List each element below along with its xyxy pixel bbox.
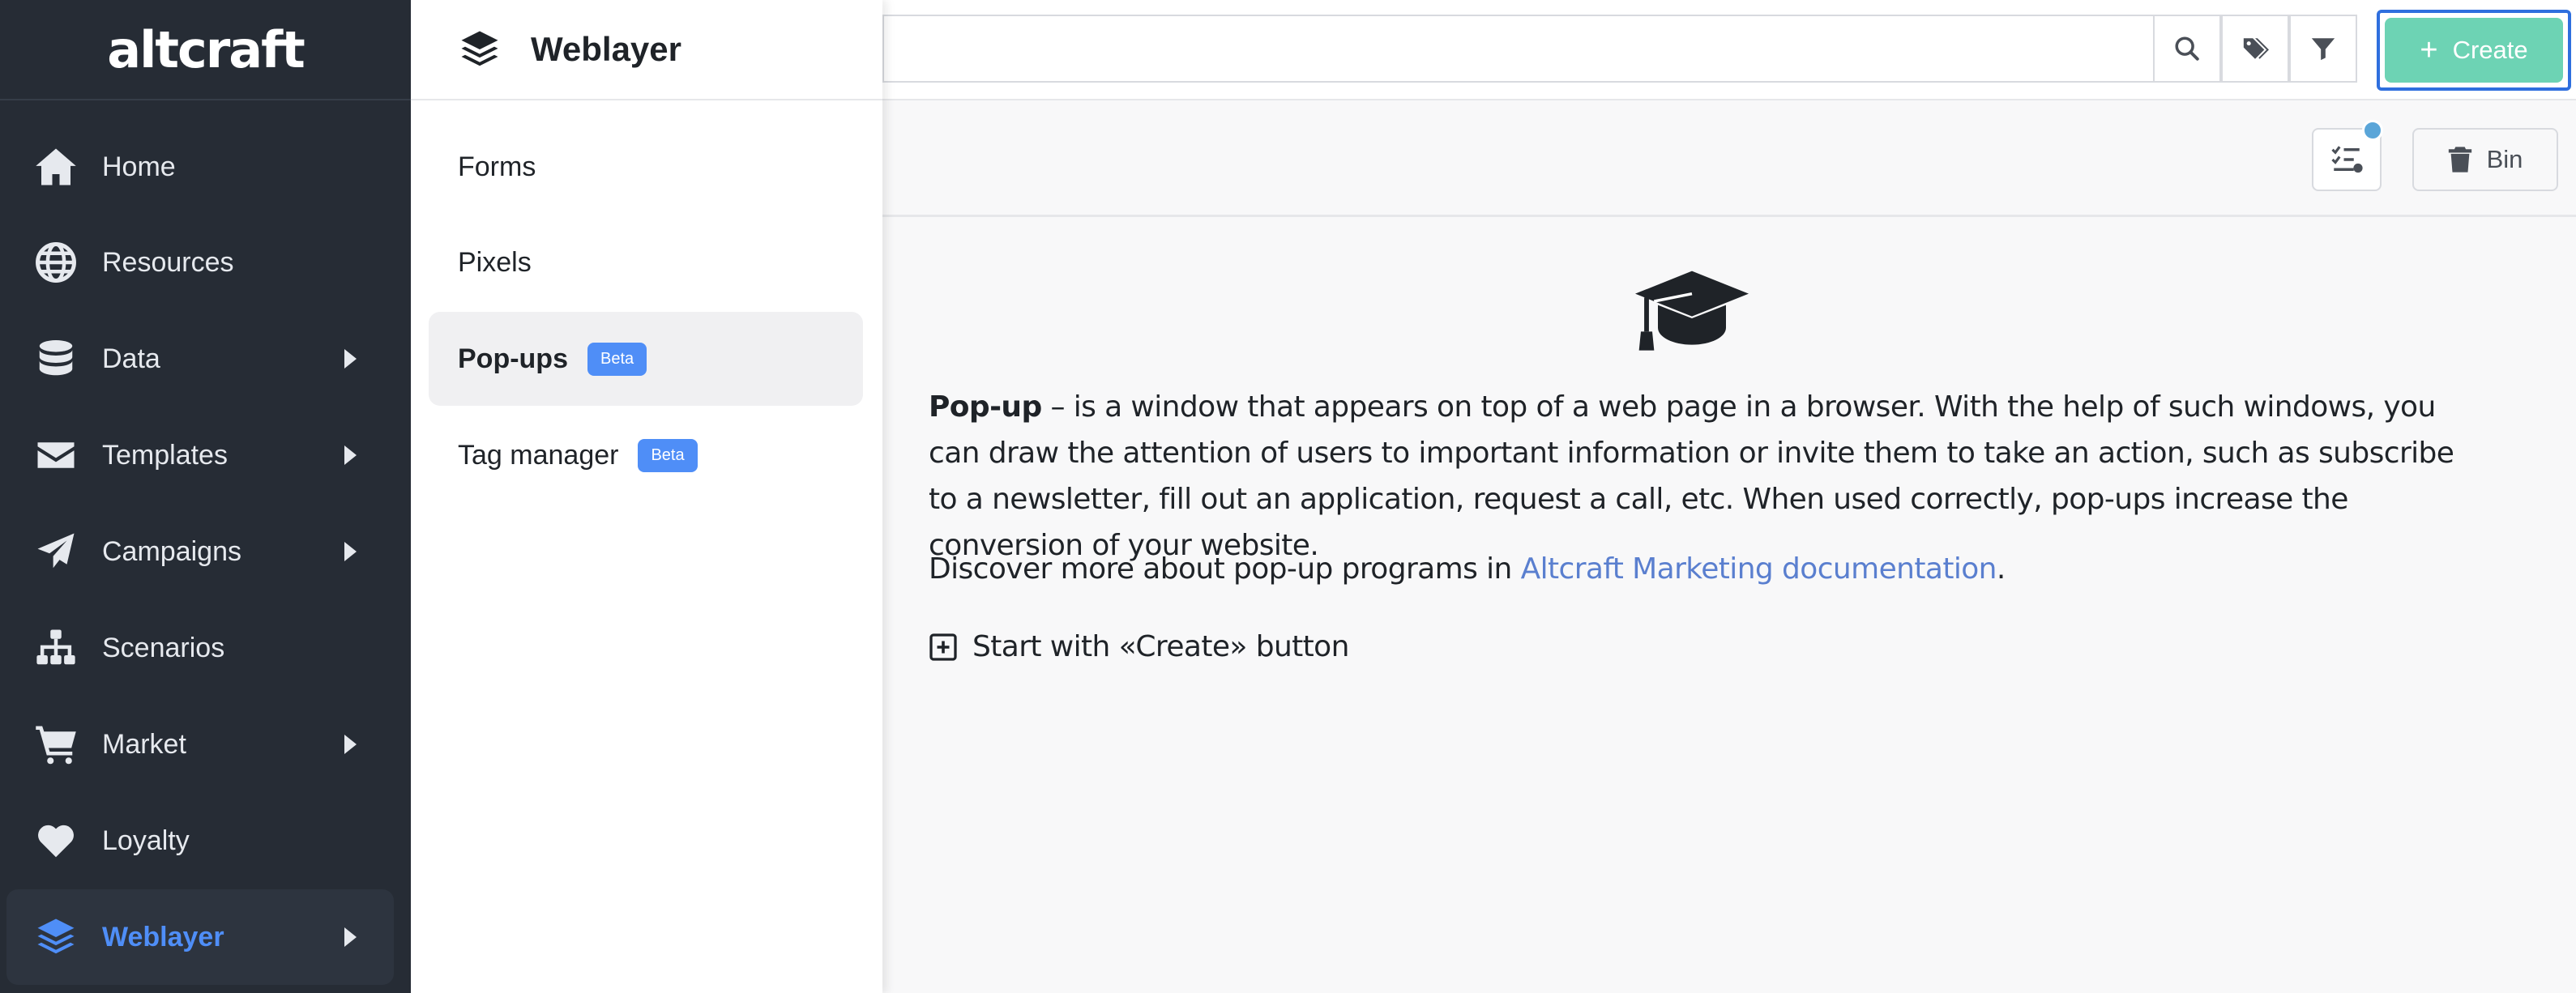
sidebar-item-label: Templates — [102, 439, 228, 471]
toolbar: Bin — [882, 100, 2576, 217]
start-hint-text: Start with «Create» button — [972, 630, 1349, 663]
notification-dot — [2362, 120, 2383, 141]
submenu-item-label: Pixels — [458, 246, 532, 278]
sidebar-item-scenarios[interactable]: Scenarios — [6, 600, 394, 696]
sidebar-item-label: Market — [102, 728, 186, 760]
submenu-item-tag-manager[interactable]: Tag manager Beta — [429, 408, 863, 502]
create-button-label: Create — [2452, 36, 2528, 64]
sidebar-item-templates[interactable]: Templates — [6, 407, 394, 503]
chevron-right-icon — [344, 735, 357, 754]
bin-button[interactable]: Bin — [2412, 128, 2558, 191]
sidebar-item-label: Weblayer — [102, 921, 224, 953]
start-hint: Start with «Create» button — [929, 630, 1349, 663]
filter-icon — [2311, 38, 2335, 61]
description-text: – is a window that appears on top of a w… — [929, 390, 2454, 562]
tags-button[interactable] — [2221, 15, 2289, 83]
submenu-header: Weblayer — [411, 0, 882, 100]
sidebar: altcraft Home Resources Data Templates C… — [0, 0, 411, 993]
create-button-focus-ring: + Create — [2377, 10, 2571, 91]
documentation-link[interactable]: Altcraft Marketing documentation — [1521, 552, 1997, 586]
paper-plane-icon — [37, 533, 75, 569]
description-term: Pop-up — [929, 390, 1042, 424]
globe-icon — [36, 242, 76, 283]
sidebar-item-label: Data — [102, 343, 160, 374]
sidebar-item-label: Campaigns — [102, 535, 241, 567]
submenu-item-label: Forms — [458, 151, 536, 182]
sidebar-item-label: Resources — [102, 246, 234, 278]
filter-button[interactable] — [2289, 15, 2357, 83]
cart-icon — [36, 726, 76, 765]
sidebar-item-label: Loyalty — [102, 825, 190, 856]
sidebar-item-market[interactable]: Market — [6, 697, 394, 792]
layers-icon — [37, 918, 75, 954]
description: Pop-up – is a window that appears on top… — [929, 384, 2468, 569]
chevron-right-icon — [344, 542, 357, 561]
chevron-right-icon — [344, 445, 357, 465]
task-list-icon — [2331, 146, 2363, 173]
trash-icon — [2448, 147, 2471, 173]
search-button[interactable] — [2153, 15, 2221, 83]
submenu-item-pixels[interactable]: Pixels — [429, 215, 863, 309]
sitemap-icon — [36, 629, 75, 665]
heart-icon — [38, 825, 74, 858]
logo-text: altcraft — [107, 19, 305, 79]
submenu-item-popups[interactable]: Pop-ups Beta — [429, 312, 863, 406]
sidebar-item-home[interactable]: Home — [6, 119, 394, 215]
documentation-line: Discover more about pop-up programs in A… — [929, 552, 2006, 586]
create-button[interactable]: + Create — [2385, 18, 2563, 83]
search-input[interactable] — [882, 15, 2354, 83]
submenu-title: Weblayer — [531, 30, 681, 68]
graduation-cap-icon — [1635, 271, 1749, 351]
sidebar-item-resources[interactable]: Resources — [6, 215, 394, 310]
sidebar-item-label: Scenarios — [102, 632, 225, 663]
chevron-right-icon — [344, 349, 357, 369]
home-icon — [36, 148, 76, 185]
search-icon — [2175, 36, 2199, 61]
beta-badge: Beta — [587, 342, 647, 376]
sidebar-item-loyalty[interactable]: Loyalty — [6, 793, 394, 889]
sidebar-item-label: Home — [102, 151, 176, 182]
plus-square-icon — [929, 633, 957, 661]
submenu-item-label: Pop-ups — [458, 343, 568, 374]
submenu-item-label: Tag manager — [458, 439, 619, 471]
top-bar: + Create — [882, 0, 2576, 100]
database-icon — [39, 340, 73, 376]
layers-icon — [461, 31, 498, 66]
beta-badge: Beta — [638, 438, 698, 472]
bin-button-label: Bin — [2486, 145, 2523, 173]
weblayer-submenu: Weblayer Forms Pixels Pop-ups Beta Tag m… — [411, 0, 882, 993]
tags-icon — [2243, 38, 2269, 59]
envelope-icon — [37, 442, 75, 468]
submenu-item-forms[interactable]: Forms — [429, 120, 863, 214]
documentation-prefix: Discover more about pop-up programs in — [929, 552, 1521, 586]
chevron-right-icon — [344, 927, 357, 947]
sidebar-item-data[interactable]: Data — [6, 311, 394, 407]
documentation-suffix: . — [1996, 552, 2006, 586]
sidebar-item-weblayer[interactable]: Weblayer — [6, 889, 394, 985]
plus-icon: + — [2420, 32, 2438, 67]
logo[interactable]: altcraft — [0, 0, 411, 100]
sidebar-item-campaigns[interactable]: Campaigns — [6, 504, 394, 599]
